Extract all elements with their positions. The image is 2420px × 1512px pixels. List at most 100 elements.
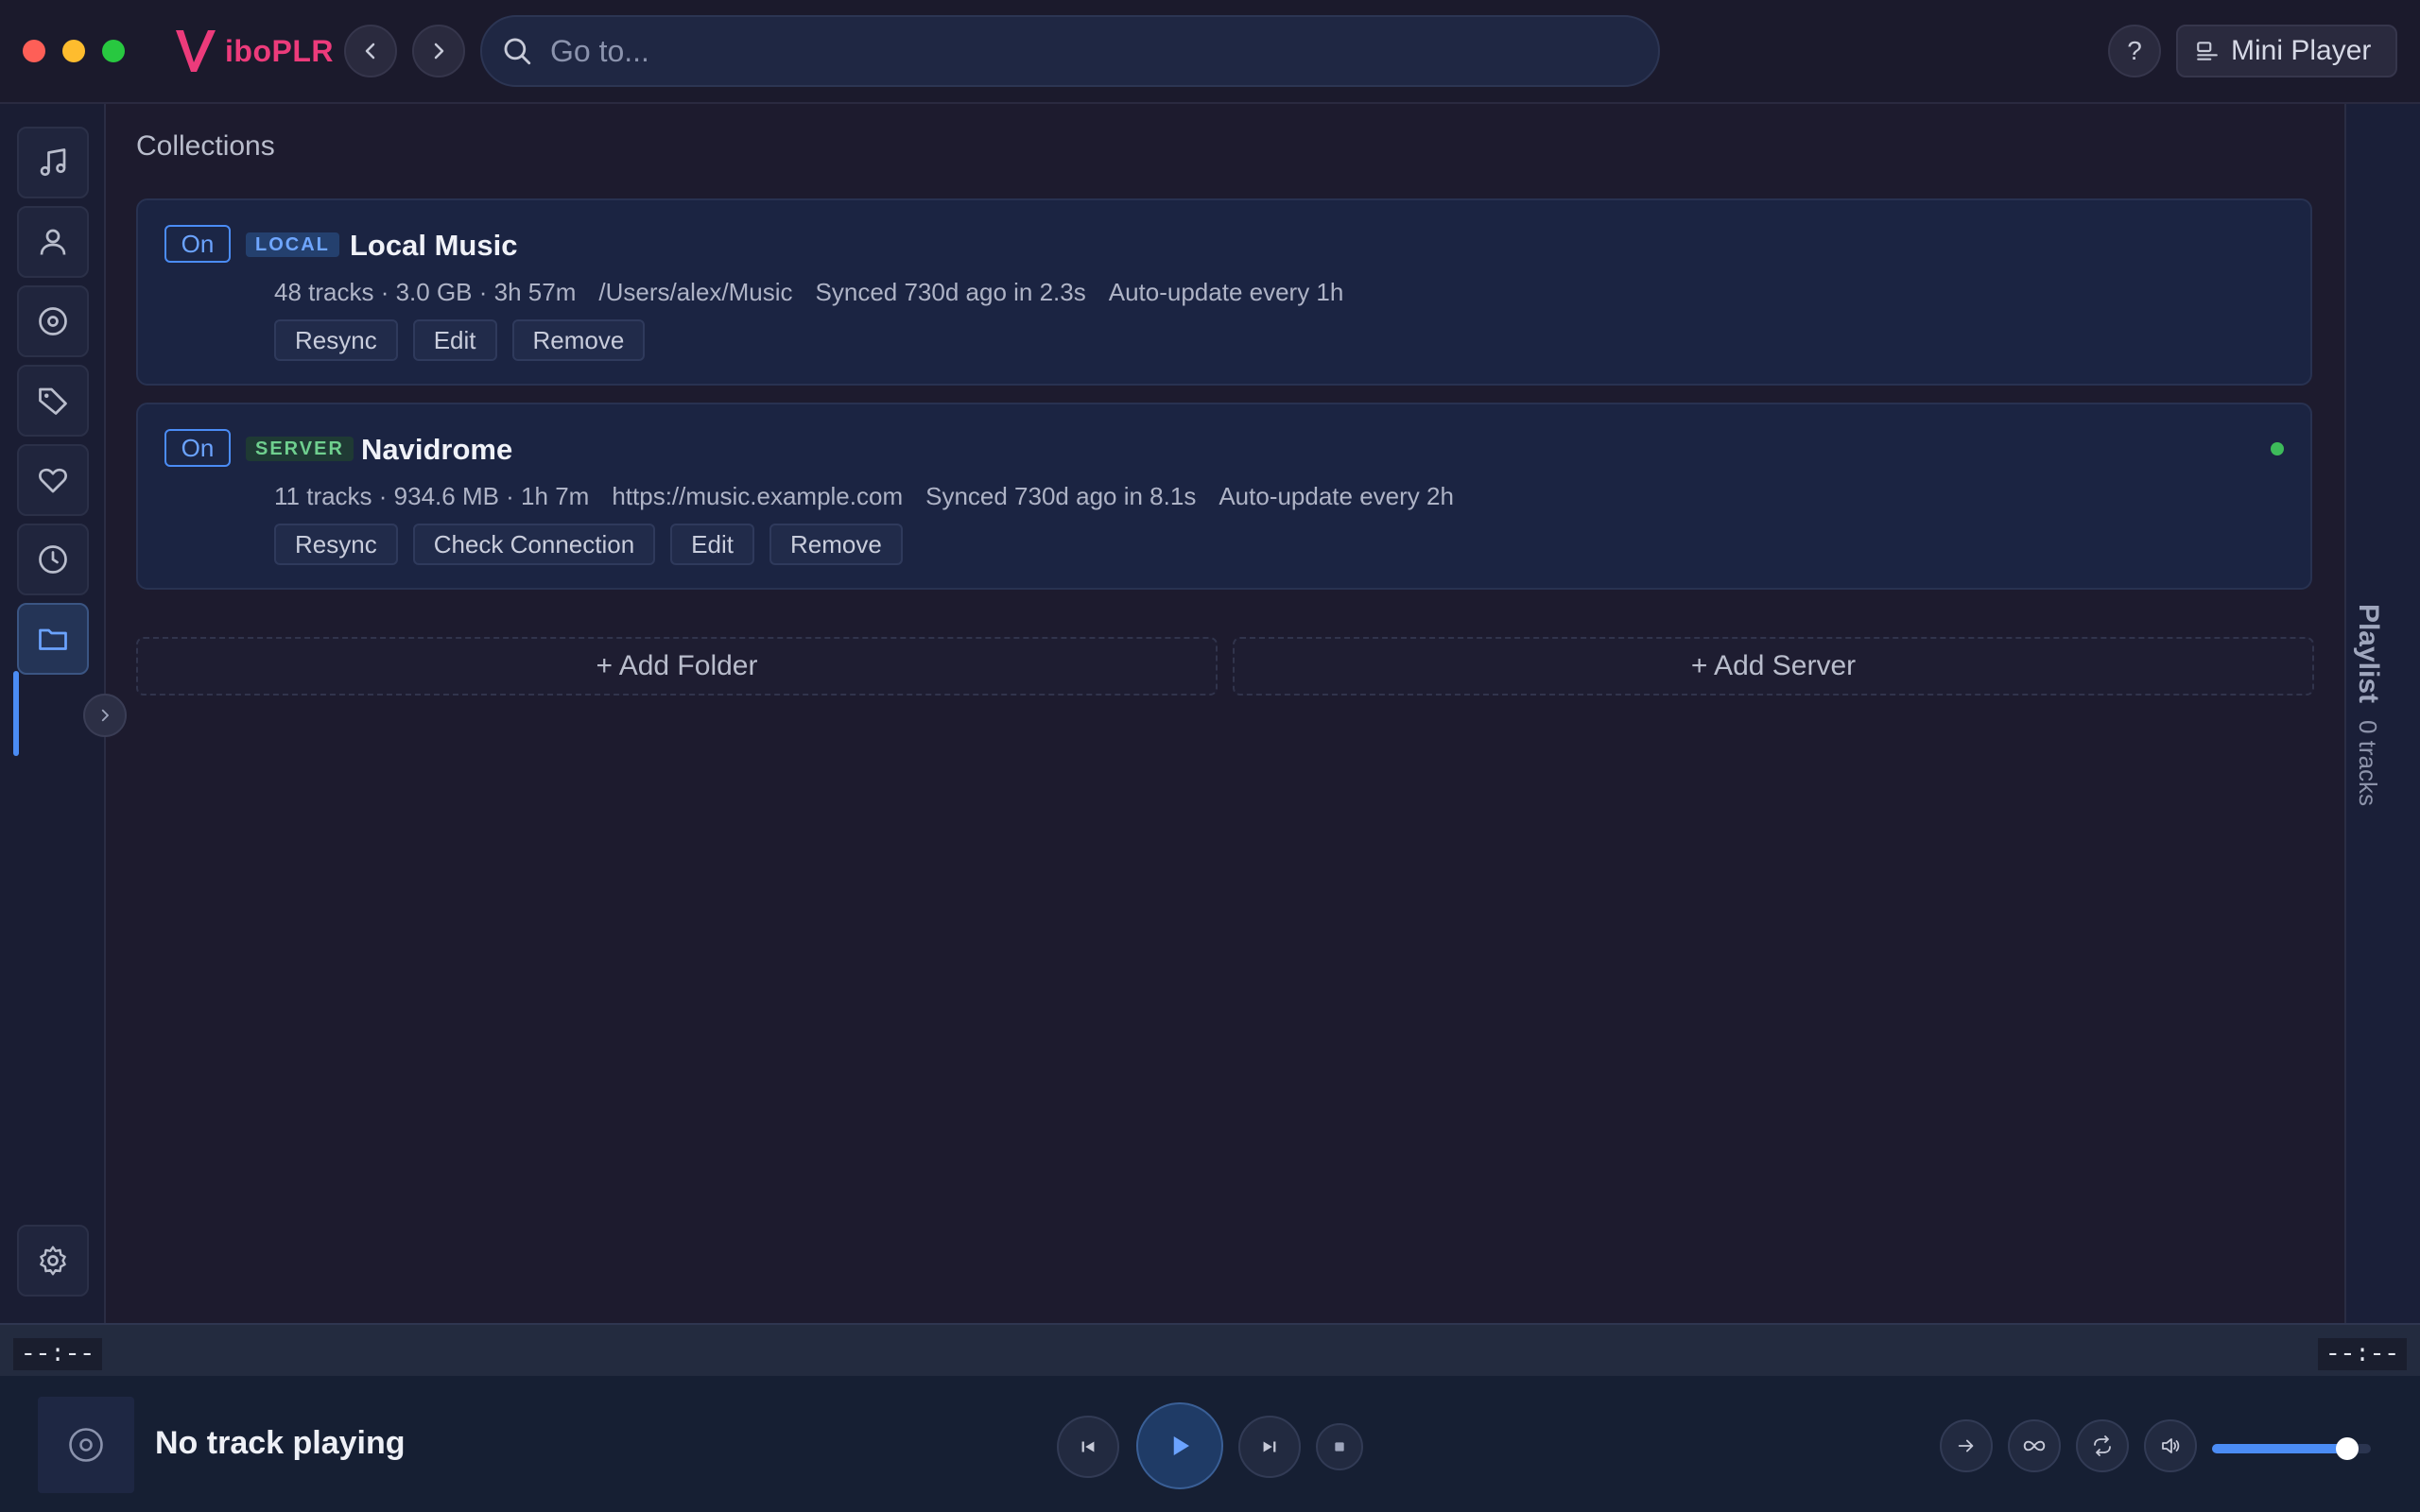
collection-synced: Synced 730d ago in 2.3s bbox=[815, 278, 1086, 306]
skip-back-icon bbox=[1081, 1441, 1095, 1452]
collection-auto-update: Auto-update every 1h bbox=[1108, 278, 1344, 306]
search-bar[interactable] bbox=[480, 15, 1660, 87]
forward-button[interactable] bbox=[412, 25, 465, 77]
collection-actions: Resync Check Connection Edit Remove bbox=[274, 524, 903, 565]
enabled-label: On bbox=[181, 229, 215, 258]
connection-status-dot bbox=[2271, 442, 2284, 455]
mini-player-icon bbox=[2197, 42, 2218, 60]
tag-icon bbox=[39, 387, 67, 415]
volume-slider[interactable] bbox=[2212, 1437, 2371, 1460]
play-button[interactable] bbox=[1136, 1402, 1223, 1489]
disc-icon bbox=[39, 307, 67, 335]
remove-button[interactable]: Remove bbox=[769, 524, 903, 565]
app-name: iboPLR bbox=[225, 33, 334, 68]
help-label: ? bbox=[2127, 36, 2142, 65]
window-zoom-button[interactable] bbox=[102, 40, 125, 62]
volume-fill bbox=[2212, 1444, 2347, 1453]
sidebar-item-artists[interactable] bbox=[17, 206, 89, 278]
remaining-time: --:-- bbox=[2317, 1338, 2407, 1370]
sidebar-item-music[interactable] bbox=[17, 127, 89, 198]
main-content: Collections On LOCAL Local Music 48 trac… bbox=[106, 104, 2342, 1323]
infinite-mode-button[interactable] bbox=[2008, 1419, 2061, 1472]
type-badge: LOCAL bbox=[246, 232, 339, 257]
sidebar-item-favorites[interactable] bbox=[17, 444, 89, 516]
collection-card-server: On SERVER Navidrome 11 tracks · 934.6 MB… bbox=[136, 403, 2312, 590]
skip-forward-icon bbox=[1263, 1441, 1276, 1452]
check-connection-button[interactable]: Check Connection bbox=[412, 524, 656, 565]
resync-button[interactable]: Resync bbox=[274, 319, 398, 361]
enabled-toggle[interactable]: On bbox=[164, 429, 231, 467]
collection-name: Local Music bbox=[350, 229, 518, 262]
collection-location: /Users/alex/Music bbox=[598, 278, 793, 306]
logo-v-icon bbox=[176, 30, 216, 72]
add-folder-button[interactable]: + Add Folder bbox=[136, 637, 1218, 696]
player-bar: No track playing bbox=[0, 1376, 2420, 1512]
playlist-header: Playlist 0 tracks bbox=[2352, 604, 2384, 806]
chevron-right-icon bbox=[434, 43, 444, 60]
volume-button[interactable] bbox=[2144, 1419, 2197, 1472]
repeat-button[interactable] bbox=[2076, 1419, 2129, 1472]
sidebar-item-tags[interactable] bbox=[17, 365, 89, 437]
music-note-icon bbox=[40, 148, 66, 177]
play-icon bbox=[1173, 1436, 1189, 1455]
folder-icon bbox=[39, 628, 67, 650]
page-title: Collections bbox=[136, 130, 275, 162]
enabled-label: On bbox=[181, 433, 215, 462]
clock-icon bbox=[39, 545, 67, 574]
back-button[interactable] bbox=[344, 25, 397, 77]
app-logo: iboPLR bbox=[172, 25, 334, 77]
collection-actions: Resync Edit Remove bbox=[274, 319, 646, 361]
resync-button[interactable]: Resync bbox=[274, 524, 398, 565]
infinity-icon bbox=[2023, 1440, 2046, 1452]
elapsed-time: --:-- bbox=[13, 1338, 103, 1370]
remove-button[interactable]: Remove bbox=[511, 319, 646, 361]
sidebar-item-collections[interactable] bbox=[17, 603, 89, 675]
gear-icon bbox=[40, 1246, 66, 1276]
heart-icon bbox=[39, 468, 67, 493]
enabled-toggle[interactable]: On bbox=[164, 225, 231, 263]
playlist-title: Playlist bbox=[2353, 603, 2384, 704]
add-server-button[interactable]: + Add Server bbox=[1233, 637, 2314, 696]
repeat-icon bbox=[2094, 1435, 2111, 1456]
collection-name: Navidrome bbox=[361, 433, 513, 466]
collection-meta: 11 tracks · 934.6 MB · 1h 7m https://mus… bbox=[274, 482, 1454, 511]
window-minimize-button[interactable] bbox=[62, 40, 85, 62]
disc-icon bbox=[69, 1428, 103, 1462]
collection-synced: Synced 730d ago in 8.1s bbox=[925, 482, 1197, 510]
title-bar: iboPLR ? Mini Player bbox=[0, 0, 2420, 104]
collection-card-local: On LOCAL Local Music 48 tracks · 3.0 GB … bbox=[136, 198, 2312, 386]
settings-button[interactable] bbox=[17, 1225, 89, 1297]
collection-meta: 48 tracks · 3.0 GB · 3h 57m /Users/alex/… bbox=[274, 278, 1343, 307]
collection-auto-update: Auto-update every 2h bbox=[1219, 482, 1454, 510]
edit-button[interactable]: Edit bbox=[412, 319, 497, 361]
collection-stats: 48 tracks · 3.0 GB · 3h 57m bbox=[274, 278, 577, 306]
next-button[interactable] bbox=[1238, 1416, 1301, 1478]
playlist-panel[interactable]: Playlist 0 tracks bbox=[2344, 104, 2420, 1323]
volume-knob[interactable] bbox=[2335, 1437, 2359, 1460]
collection-stats: 11 tracks · 934.6 MB · 1h 7m bbox=[274, 482, 590, 510]
playlist-count: 0 tracks bbox=[2354, 720, 2382, 807]
now-playing-title: No track playing bbox=[155, 1425, 406, 1461]
window-close-button[interactable] bbox=[23, 40, 45, 62]
help-button[interactable]: ? bbox=[2108, 25, 2161, 77]
play-order-button[interactable] bbox=[1940, 1419, 1993, 1472]
mini-player-button[interactable]: Mini Player bbox=[2176, 25, 2397, 77]
edit-button[interactable]: Edit bbox=[670, 524, 754, 565]
progress-bar[interactable]: --:-- --:-- bbox=[0, 1323, 2420, 1376]
person-icon bbox=[40, 229, 66, 255]
collection-location: https://music.example.com bbox=[612, 482, 904, 510]
search-input[interactable] bbox=[548, 32, 1592, 70]
chevron-left-icon bbox=[365, 43, 375, 60]
mini-player-label: Mini Player bbox=[2231, 35, 2372, 66]
active-indicator bbox=[13, 671, 19, 756]
type-badge: SERVER bbox=[246, 437, 354, 461]
stop-icon bbox=[1335, 1442, 1344, 1452]
previous-button[interactable] bbox=[1057, 1416, 1119, 1478]
sidebar-item-albums[interactable] bbox=[17, 285, 89, 357]
volume-icon bbox=[2162, 1438, 2180, 1453]
sidebar-item-history[interactable] bbox=[17, 524, 89, 595]
stop-button[interactable] bbox=[1316, 1423, 1363, 1470]
album-art bbox=[38, 1397, 134, 1493]
search-icon bbox=[504, 38, 531, 65]
arrow-right-icon bbox=[1958, 1439, 1974, 1452]
